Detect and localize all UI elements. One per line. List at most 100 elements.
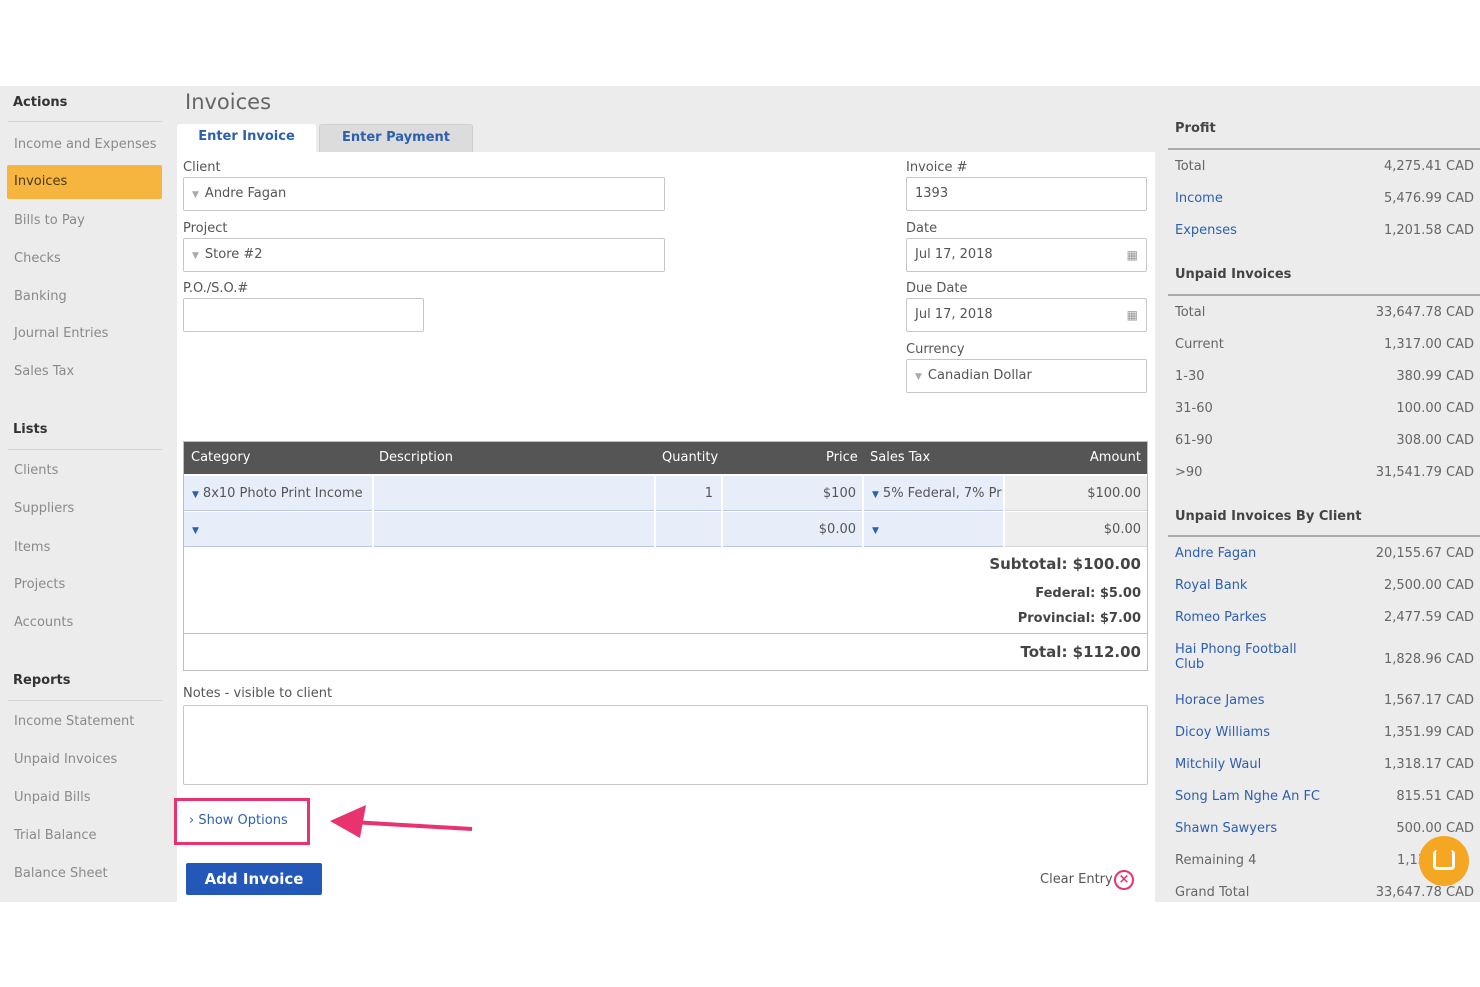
amount-value: $100.00 — [1005, 476, 1147, 511]
table-header: Category Description Quantity Price Sale… — [184, 442, 1147, 474]
sidebar-item-items[interactable]: Items — [14, 540, 50, 555]
column-header-category: Category — [191, 450, 251, 465]
chevron-down-icon: ▼ — [872, 526, 879, 536]
sidebar-item-journal-entries[interactable]: Journal Entries — [14, 326, 108, 341]
chevron-down-icon: ▼ — [192, 526, 199, 536]
sidebar: Actions Income and Expenses Invoices Bil… — [0, 86, 172, 902]
show-options-link[interactable]: › Show Options — [189, 813, 288, 828]
description-input[interactable] — [374, 512, 654, 547]
client-balance: 1,828.96 CAD — [1383, 652, 1474, 667]
sidebar-item-accounts[interactable]: Accounts — [14, 615, 73, 630]
tab-enter-invoice[interactable]: Enter Invoice — [177, 124, 316, 152]
divider — [184, 633, 1147, 634]
add-invoice-button[interactable]: Add Invoice — [186, 863, 322, 895]
unpaid-over-90-value: 31,541.79 CAD — [1375, 465, 1474, 480]
unpaid-invoices-heading: Unpaid Invoices — [1175, 267, 1292, 282]
client-link-dicoy-williams[interactable]: Dicoy Williams — [1175, 725, 1270, 740]
project-value: Store #2 — [204, 247, 263, 262]
sidebar-item-balance-sheet[interactable]: Balance Sheet — [14, 866, 108, 881]
unpaid-31-60-label: 31-60 — [1175, 401, 1213, 416]
calendar-icon[interactable]: ▦ — [1127, 299, 1138, 331]
client-value: Andre Fagan — [204, 186, 287, 201]
divider — [1168, 535, 1480, 537]
client-link-hai-phong[interactable]: Hai Phong Football Club — [1175, 642, 1297, 672]
client-link-song-lam[interactable]: Song Lam Nghe An FC — [1175, 789, 1320, 804]
client-balance: 2,500.00 CAD — [1383, 578, 1474, 593]
grand-total-label: Grand Total — [1175, 885, 1250, 900]
po-label: P.O./S.O.# — [183, 281, 249, 296]
sidebar-item-clients[interactable]: Clients — [14, 463, 58, 478]
show-options-label: Show Options — [198, 813, 288, 828]
client-select[interactable]: ▼ Andre Fagan — [183, 177, 665, 211]
date-picker[interactable]: Jul 17, 2018 ▦ — [906, 238, 1147, 272]
category-select[interactable]: ▼ 8x10 Photo Print Income — [184, 476, 372, 511]
client-balance: 2,477.59 CAD — [1383, 610, 1474, 625]
by-client-heading: Unpaid Invoices By Client — [1175, 509, 1362, 524]
sidebar-item-income-expenses[interactable]: Income and Expenses — [14, 137, 157, 152]
sidebar-item-unpaid-bills[interactable]: Unpaid Bills — [14, 790, 91, 805]
sidebar-item-suppliers[interactable]: Suppliers — [14, 501, 74, 516]
po-input[interactable] — [183, 298, 424, 332]
chevron-down-icon: ▼ — [915, 372, 922, 382]
column-header-amount: Amount — [1089, 450, 1141, 465]
unpaid-61-90-value: 308.00 CAD — [1396, 433, 1474, 448]
price-input[interactable]: $100 — [723, 476, 862, 511]
calendar-icon[interactable]: ▦ — [1127, 239, 1138, 271]
client-link-horace-james[interactable]: Horace James — [1175, 693, 1265, 708]
sales-tax-select[interactable]: ▼ 5% Federal, 7% Pr — [864, 476, 1003, 511]
client-link-andre-fagan[interactable]: Andre Fagan — [1175, 546, 1256, 561]
chevron-down-icon: ▼ — [192, 490, 199, 500]
sidebar-item-income-statement[interactable]: Income Statement — [14, 714, 134, 729]
due-date-value: Jul 17, 2018 — [915, 307, 993, 322]
sidebar-item-banking[interactable]: Banking — [14, 289, 67, 304]
invoice-form: Client ▼ Andre Fagan Project ▼ Store #2 P.… — [177, 152, 1155, 902]
clear-entry-link[interactable]: Clear Entry — [1040, 872, 1113, 887]
notes-label: Notes - visible to client — [183, 686, 333, 701]
sidebar-item-sales-tax[interactable]: Sales Tax — [14, 364, 74, 379]
project-select[interactable]: ▼ Store #2 — [183, 238, 665, 272]
unpaid-total-value: 33,647.78 CAD — [1375, 305, 1474, 320]
tab-enter-payment[interactable]: Enter Payment — [319, 124, 473, 152]
table-row: ▼ $0.00 ▼ $0.00 — [184, 512, 1147, 547]
sidebar-item-invoices[interactable]: Invoices — [7, 165, 162, 199]
clear-icon[interactable]: × — [1114, 870, 1134, 890]
quantity-input[interactable]: 1 — [656, 476, 721, 511]
sidebar-item-projects[interactable]: Projects — [14, 577, 65, 592]
chevron-down-icon: ▼ — [192, 251, 199, 261]
client-link-shawn-sawyers[interactable]: Shawn Sawyers — [1175, 821, 1277, 836]
quantity-input[interactable] — [656, 512, 721, 547]
invoice-number-input[interactable]: 1393 — [906, 177, 1147, 211]
income-link[interactable]: Income — [1175, 191, 1223, 206]
sidebar-item-trial-balance[interactable]: Trial Balance — [14, 828, 97, 843]
invoice-number-label: Invoice # — [906, 160, 968, 175]
divider — [1168, 294, 1480, 296]
chat-widget-button[interactable] — [1419, 836, 1469, 886]
sidebar-heading-reports: Reports — [13, 673, 71, 688]
client-link-mitchily-waul[interactable]: Mitchily Waul — [1175, 757, 1261, 772]
currency-select[interactable]: ▼ Canadian Dollar — [906, 359, 1147, 393]
sidebar-item-checks[interactable]: Checks — [14, 251, 61, 266]
unpaid-1-30-value: 380.99 CAD — [1396, 369, 1474, 384]
pointer-arrow-icon — [330, 805, 473, 838]
client-label: Client — [183, 160, 221, 175]
client-name-line-2: Club — [1175, 657, 1205, 672]
description-input[interactable] — [374, 476, 654, 511]
client-link-romeo-parkes[interactable]: Romeo Parkes — [1175, 610, 1267, 625]
remaining-label: Remaining 4 — [1175, 853, 1257, 868]
show-options-highlight: › Show Options — [174, 798, 310, 845]
notes-textarea[interactable] — [183, 705, 1148, 785]
price-input[interactable]: $0.00 — [723, 512, 862, 547]
sidebar-item-bills-to-pay[interactable]: Bills to Pay — [14, 213, 85, 228]
sidebar-item-unpaid-invoices[interactable]: Unpaid Invoices — [14, 752, 117, 767]
divider — [8, 449, 162, 450]
profit-total-label: Total — [1175, 159, 1206, 174]
client-link-royal-bank[interactable]: Royal Bank — [1175, 578, 1247, 593]
due-date-picker[interactable]: Jul 17, 2018 ▦ — [906, 298, 1147, 332]
table-row: ▼ 8x10 Photo Print Income 1 $100 ▼ 5% Fede… — [184, 476, 1147, 511]
federal-tax: Federal: $5.00 — [1035, 586, 1141, 601]
provincial-tax: Provincial: $7.00 — [1017, 611, 1141, 626]
expenses-link[interactable]: Expenses — [1175, 223, 1237, 238]
category-select[interactable]: ▼ — [184, 512, 372, 547]
chat-icon — [1433, 850, 1455, 870]
sales-tax-select[interactable]: ▼ — [864, 512, 1003, 547]
